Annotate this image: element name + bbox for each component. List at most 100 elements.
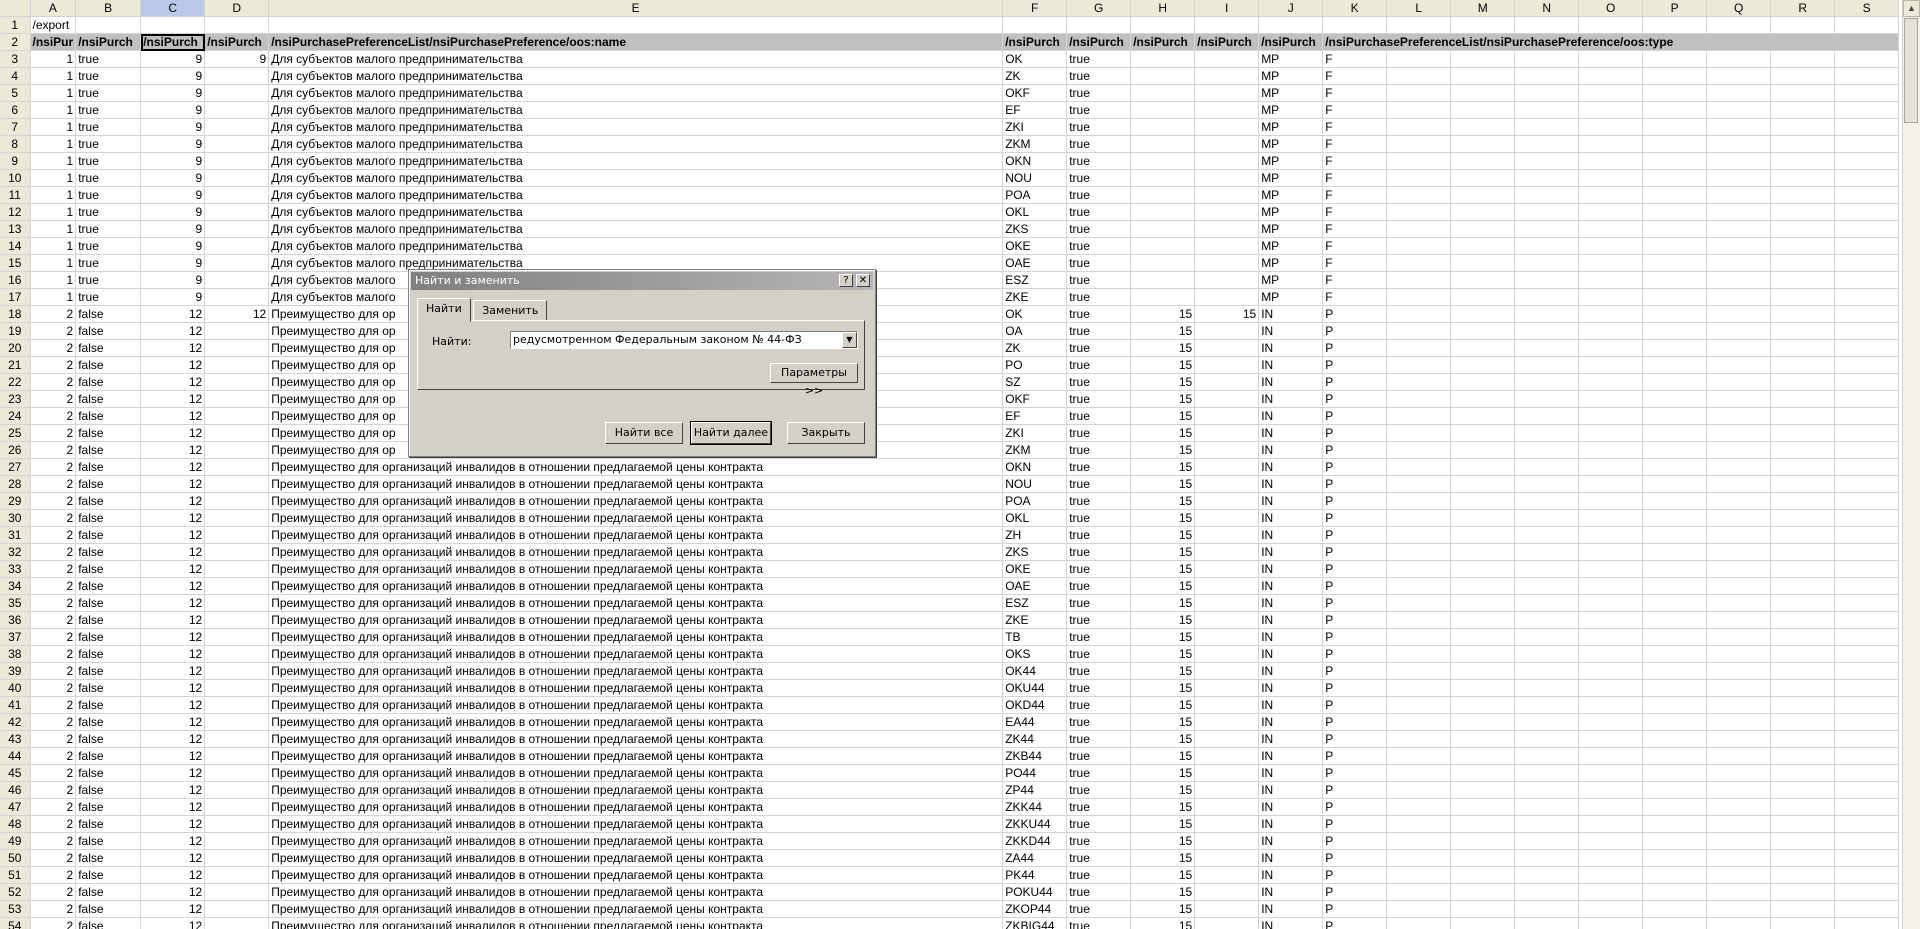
row-header[interactable]: 36 <box>0 611 31 629</box>
cell-i39[interactable] <box>1194 662 1260 680</box>
cell-i44[interactable] <box>1194 747 1260 765</box>
cell-a51[interactable]: 2 <box>30 866 77 884</box>
cell-c23[interactable]: 12 <box>140 390 206 408</box>
cell[interactable] <box>1514 407 1580 425</box>
cell[interactable] <box>1706 645 1772 663</box>
cell[interactable] <box>1578 781 1644 799</box>
cell[interactable] <box>1578 220 1644 238</box>
cell[interactable] <box>1834 373 1900 391</box>
cell-j51[interactable]: IN <box>1258 866 1324 884</box>
cell[interactable] <box>1834 50 1900 68</box>
cell[interactable] <box>1386 237 1452 255</box>
cell[interactable] <box>1514 679 1580 697</box>
cell-c34[interactable]: 12 <box>140 577 206 595</box>
cell[interactable] <box>1834 186 1900 204</box>
cell[interactable] <box>1834 101 1900 119</box>
cell-i31[interactable] <box>1194 526 1260 544</box>
cell-d48[interactable] <box>204 815 270 833</box>
cell[interactable] <box>1642 203 1708 221</box>
cell-b31[interactable]: false <box>75 526 142 544</box>
cell[interactable] <box>1578 424 1644 442</box>
cell-a29[interactable]: 2 <box>30 492 77 510</box>
cell-d49[interactable] <box>204 832 270 850</box>
cell-g44[interactable]: true <box>1066 747 1132 765</box>
cell[interactable] <box>1386 118 1452 136</box>
cell-c30[interactable]: 12 <box>140 509 206 527</box>
cell[interactable] <box>1770 815 1836 833</box>
cell[interactable] <box>1642 747 1708 765</box>
cell[interactable] <box>1450 67 1516 85</box>
cell[interactable] <box>1770 407 1836 425</box>
cell-i19[interactable] <box>1194 322 1260 340</box>
cell-k47[interactable]: P <box>1322 798 1388 816</box>
cell[interactable] <box>1706 84 1772 102</box>
cell-h16[interactable] <box>1130 271 1196 289</box>
cell[interactable] <box>1706 764 1772 782</box>
cell[interactable] <box>1514 492 1580 510</box>
cell[interactable] <box>1514 832 1580 850</box>
cell-k35[interactable]: P <box>1322 594 1388 612</box>
cell-k16[interactable]: F <box>1322 271 1388 289</box>
cell-f5[interactable]: OKF <box>1002 84 1068 102</box>
cell[interactable] <box>1834 322 1900 340</box>
column-header-g[interactable]: G <box>1066 0 1132 17</box>
cell-j49[interactable]: IN <box>1258 832 1324 850</box>
cell-g53[interactable]: true <box>1066 900 1132 918</box>
cell-a42[interactable]: 2 <box>30 713 77 731</box>
cell[interactable] <box>1642 50 1708 68</box>
cell-a11[interactable]: 1 <box>30 186 77 204</box>
cell-g11[interactable]: true <box>1066 186 1132 204</box>
cell-g51[interactable]: true <box>1066 866 1132 884</box>
cell[interactable] <box>1770 849 1836 867</box>
cell-b15[interactable]: true <box>75 254 142 272</box>
cell-b6[interactable]: true <box>75 101 142 119</box>
cell-f43[interactable]: ZK44 <box>1002 730 1068 748</box>
cell[interactable] <box>1450 169 1516 187</box>
cell[interactable] <box>1514 322 1580 340</box>
cell[interactable] <box>1450 679 1516 697</box>
cell-h27[interactable]: 15 <box>1130 458 1196 476</box>
cell-g30[interactable]: true <box>1066 509 1132 527</box>
cell-g52[interactable]: true <box>1066 883 1132 901</box>
cell[interactable] <box>1642 441 1708 459</box>
cell[interactable] <box>1706 220 1772 238</box>
cell[interactable] <box>1770 475 1836 493</box>
cell[interactable] <box>1514 917 1580 929</box>
cell-e34[interactable]: Преимущество для организаций инвалидов в… <box>268 577 1004 595</box>
cell[interactable] <box>1386 220 1452 238</box>
cell-d41[interactable] <box>204 696 270 714</box>
cell-b36[interactable]: false <box>75 611 142 629</box>
cell-f33[interactable]: OKE <box>1002 560 1068 578</box>
row-header[interactable]: 30 <box>0 509 31 527</box>
cell-j14[interactable]: MP <box>1258 237 1324 255</box>
row-header[interactable]: 12 <box>0 203 31 221</box>
cell[interactable] <box>1514 475 1580 493</box>
cell-g10[interactable]: true <box>1066 169 1132 187</box>
cell-g37[interactable]: true <box>1066 628 1132 646</box>
cell-j36[interactable]: IN <box>1258 611 1324 629</box>
cell-e38[interactable]: Преимущество для организаций инвалидов в… <box>268 645 1004 663</box>
cell[interactable] <box>1386 101 1452 119</box>
cell-f35[interactable]: ESZ <box>1002 594 1068 612</box>
cell[interactable] <box>1834 254 1900 272</box>
cell[interactable] <box>1642 322 1708 340</box>
cell[interactable] <box>1450 305 1516 323</box>
cell-a12[interactable]: 1 <box>30 203 77 221</box>
cell[interactable] <box>1578 900 1644 918</box>
cell[interactable] <box>1770 781 1836 799</box>
cell-j52[interactable]: IN <box>1258 883 1324 901</box>
cell[interactable] <box>1706 475 1772 493</box>
cell-g19[interactable]: true <box>1066 322 1132 340</box>
cell-i41[interactable] <box>1194 696 1260 714</box>
cell[interactable] <box>1450 509 1516 527</box>
cell[interactable] <box>1706 441 1772 459</box>
cell-e32[interactable]: Преимущество для организаций инвалидов в… <box>268 543 1004 561</box>
cell[interactable] <box>1386 84 1452 102</box>
cell-a49[interactable]: 2 <box>30 832 77 850</box>
cell[interactable] <box>1578 152 1644 170</box>
cell-h46[interactable]: 15 <box>1130 781 1196 799</box>
row-header[interactable]: 53 <box>0 900 31 918</box>
cell-f37[interactable]: TB <box>1002 628 1068 646</box>
cell-j16[interactable]: MP <box>1258 271 1324 289</box>
cell-j9[interactable]: MP <box>1258 152 1324 170</box>
